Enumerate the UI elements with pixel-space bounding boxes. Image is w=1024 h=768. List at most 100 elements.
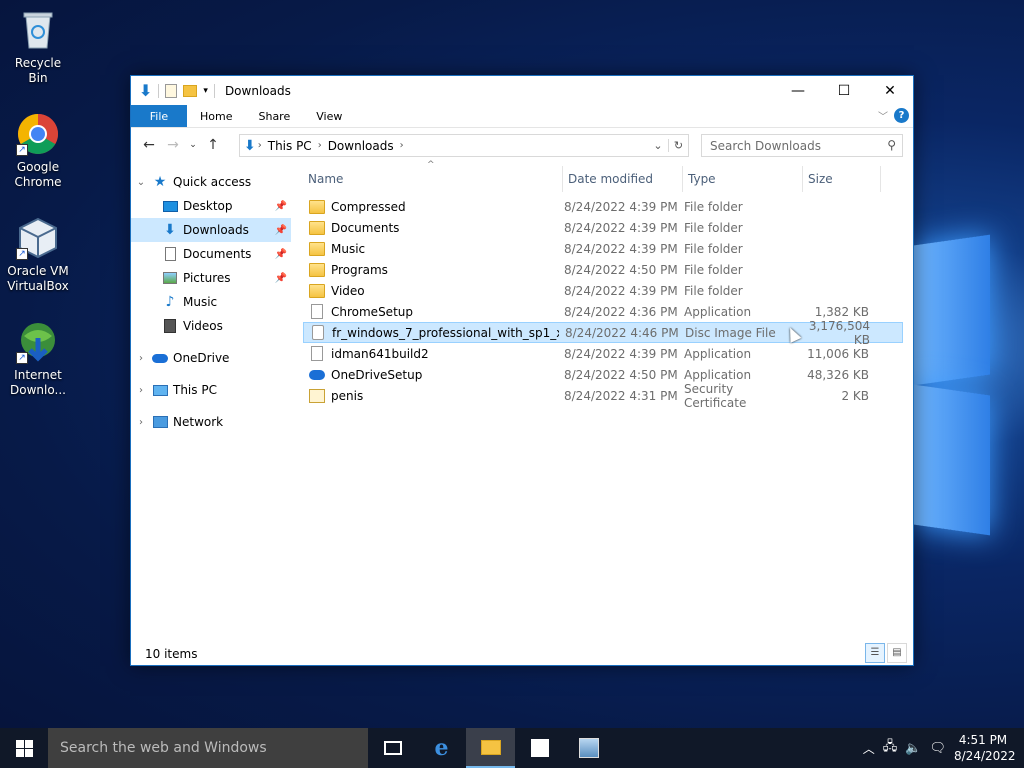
close-button[interactable]: ✕	[867, 76, 913, 105]
column-headers: ^ Name Date modified Type Size	[303, 160, 903, 192]
sidebar-item-pictures[interactable]: Pictures 📌	[131, 266, 291, 290]
tab-share[interactable]: Share	[245, 105, 303, 127]
help-icon[interactable]: ?	[894, 108, 909, 123]
file-rows: Compressed 8/24/2022 4:39 PM File folder…	[303, 196, 903, 410]
properties-icon[interactable]	[165, 83, 178, 98]
file-type: File folder	[684, 199, 743, 214]
expand-ribbon-chevron-icon[interactable]: ﹀	[878, 108, 888, 123]
breadcrumb-downloads[interactable]: Downloads	[324, 139, 398, 153]
title-bar[interactable]: ⬇ ▾ Downloads — ☐ ✕	[131, 76, 913, 105]
sidebar-item-downloads[interactable]: ⬇ Downloads 📌	[131, 218, 291, 242]
file-type: Disc Image File	[685, 325, 776, 340]
customize-toolbar-chevron-icon[interactable]: ▾	[203, 86, 208, 96]
system-clock[interactable]: 4:51 PM 8/24/2022	[954, 732, 1016, 764]
sidebar-item-documents[interactable]: Documents 📌	[131, 242, 291, 266]
sidebar-item-label: Documents	[183, 247, 252, 261]
forward-arrow-icon[interactable]: →	[161, 137, 185, 153]
desktop-icon-internet-download-manager[interactable]: ↗ Internet Downlo...	[4, 320, 72, 398]
app-icon	[311, 346, 323, 361]
tab-file[interactable]: File	[131, 105, 187, 127]
taskbar-installer-button[interactable]	[564, 728, 613, 768]
column-header-size[interactable]: Size	[803, 166, 881, 192]
desktop-icon-google-chrome[interactable]: ↗ Google Chrome	[4, 112, 72, 190]
breadcrumb-separator-icon[interactable]: ›	[316, 140, 324, 151]
idm-icon: ↗	[16, 320, 60, 364]
show-hidden-icons-chevron-icon[interactable]: ︿	[863, 740, 875, 757]
up-arrow-icon[interactable]: ↑	[201, 137, 225, 153]
file-row[interactable]: Music 8/24/2022 4:39 PM File folder	[303, 238, 903, 259]
pin-icon[interactable]: 📌	[275, 249, 287, 260]
collapsed-chevron-icon[interactable]: ›	[131, 353, 151, 364]
network-status-icon[interactable]: 🖧	[883, 737, 898, 759]
ribbon-right-controls: ﹀ ?	[878, 108, 909, 123]
desktop-icon-virtualbox[interactable]: ↗ Oracle VM VirtualBox	[4, 216, 72, 294]
file-row[interactable]: OneDriveSetup 8/24/2022 4:50 PM Applicat…	[303, 364, 903, 385]
taskbar-edge-button[interactable]: e	[417, 728, 466, 768]
navigation-pane: ⌄ ★ Quick access Desktop 📌 ⬇ Downloads 📌…	[131, 170, 291, 640]
file-name: Video	[331, 283, 365, 298]
search-icon: ⚲	[887, 138, 896, 152]
breadcrumb-this-pc[interactable]: This PC	[264, 139, 316, 153]
tab-view[interactable]: View	[303, 105, 355, 127]
sidebar-item-desktop[interactable]: Desktop 📌	[131, 194, 291, 218]
collapsed-chevron-icon[interactable]: ›	[131, 417, 151, 428]
task-view-button[interactable]	[368, 728, 417, 768]
column-header-type[interactable]: Type	[683, 166, 803, 192]
view-toggle: ☰ ▤	[865, 643, 907, 663]
action-center-icon[interactable]: 🗨	[929, 741, 946, 756]
file-date: 8/24/2022 4:39 PM	[564, 346, 678, 361]
file-name: Programs	[331, 262, 388, 277]
desktop-icon-recycle-bin[interactable]: Recycle Bin	[4, 8, 72, 86]
details-view-icon[interactable]: ☰	[865, 643, 885, 663]
new-folder-icon[interactable]	[183, 84, 198, 97]
taskbar-file-explorer-button[interactable]	[466, 728, 515, 768]
sidebar-item-this-pc[interactable]: › This PC	[131, 378, 291, 402]
large-icons-view-icon[interactable]: ▤	[887, 643, 907, 663]
quick-access-toolbar: ⬇ ▾	[139, 81, 215, 100]
breadcrumb-separator-icon[interactable]: ›	[398, 140, 406, 151]
refresh-icon[interactable]: ↻	[668, 139, 688, 152]
sidebar-item-videos[interactable]: Videos	[131, 314, 291, 338]
taskbar-search-input[interactable]: Search the web and Windows	[48, 728, 368, 768]
volume-muted-icon[interactable]: 🔈	[905, 741, 921, 756]
tab-home[interactable]: Home	[187, 105, 245, 127]
pin-icon[interactable]: 📌	[275, 225, 287, 236]
collapsed-chevron-icon[interactable]: ›	[131, 385, 151, 396]
sidebar-item-label: Quick access	[173, 175, 252, 189]
search-input[interactable]: Search Downloads ⚲	[701, 134, 903, 157]
column-header-date-modified[interactable]: Date modified	[563, 166, 683, 192]
taskbar-store-button[interactable]	[515, 728, 564, 768]
file-date: 8/24/2022 4:39 PM	[564, 220, 678, 235]
file-name: OneDriveSetup	[331, 367, 423, 382]
file-row[interactable]: idman641build2 8/24/2022 4:39 PM Applica…	[303, 343, 903, 364]
desktop-icon-label: Oracle VM VirtualBox	[7, 264, 69, 293]
sidebar-item-music[interactable]: ♪ Music	[131, 290, 291, 314]
file-size: 2 KB	[841, 388, 869, 403]
address-bar[interactable]: ⬇ › This PC › Downloads › ⌄ ↻	[239, 134, 689, 157]
breadcrumb-separator-icon[interactable]: ›	[256, 140, 264, 151]
sidebar-item-onedrive[interactable]: › OneDrive	[131, 346, 291, 370]
sidebar-item-network[interactable]: › Network	[131, 410, 291, 434]
expanded-chevron-icon[interactable]: ⌄	[131, 177, 151, 188]
minimize-button[interactable]: —	[775, 76, 821, 105]
sidebar-item-quick-access[interactable]: ⌄ ★ Quick access	[131, 170, 291, 194]
recent-locations-chevron-icon[interactable]: ⌄	[185, 140, 201, 150]
file-row-selected[interactable]: fr_windows_7_professional_with_sp1_x64..…	[303, 319, 903, 347]
file-row[interactable]: Documents 8/24/2022 4:39 PM File folder	[303, 217, 903, 238]
file-date: 8/24/2022 4:36 PM	[564, 304, 678, 319]
store-icon	[530, 739, 549, 757]
pin-icon[interactable]: 📌	[275, 201, 287, 212]
folder-icon	[309, 262, 325, 277]
window-title: Downloads	[224, 83, 291, 98]
start-button[interactable]	[0, 728, 48, 768]
maximize-button[interactable]: ☐	[821, 76, 867, 105]
address-dropdown-chevron-icon[interactable]: ⌄	[648, 139, 668, 152]
file-row[interactable]: Video 8/24/2022 4:39 PM File folder	[303, 280, 903, 301]
back-arrow-icon[interactable]: ←	[137, 137, 161, 153]
file-row[interactable]: Programs 8/24/2022 4:50 PM File folder	[303, 259, 903, 280]
task-view-icon	[383, 741, 402, 755]
file-row[interactable]: penis 8/24/2022 4:31 PM Security Certifi…	[303, 382, 903, 410]
pin-icon[interactable]: 📌	[275, 273, 287, 284]
file-row[interactable]: Compressed 8/24/2022 4:39 PM File folder	[303, 196, 903, 217]
search-placeholder: Search Downloads	[710, 138, 821, 153]
